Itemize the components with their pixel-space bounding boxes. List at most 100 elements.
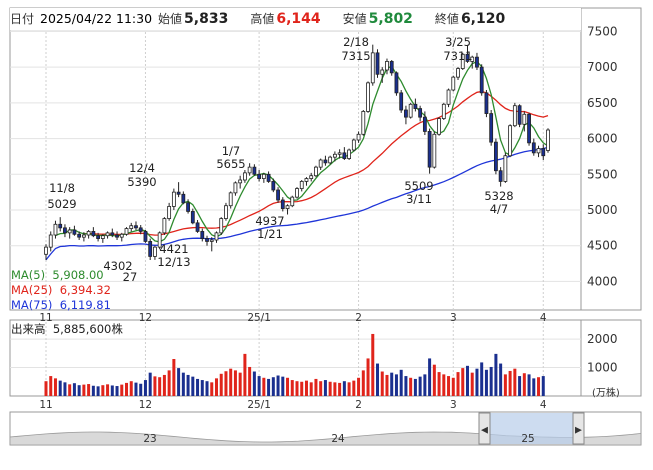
- volume-bar: [532, 378, 536, 396]
- ma5-legend-label: MA(5): [11, 268, 46, 282]
- ma5-legend: MA(5) 5,908.00: [11, 268, 111, 283]
- candle-body: [110, 232, 115, 236]
- candle-body: [115, 234, 119, 238]
- high-label: 高値: [250, 12, 275, 26]
- volume-bar: [186, 374, 190, 396]
- candle-body: [105, 232, 110, 237]
- candle-body: [44, 246, 48, 255]
- ma-legend: MA(5) 5,908.00 MA(25) 6,394.32 MA(75) 6,…: [11, 268, 111, 313]
- volume-bar: [333, 382, 337, 396]
- volume-bar: [267, 378, 271, 396]
- close-value: 6,120: [460, 11, 506, 27]
- navigator-year-label: 24: [331, 433, 345, 445]
- low-value: 5,802: [368, 11, 413, 27]
- candle-body: [176, 191, 181, 195]
- month-label: 12: [139, 312, 152, 324]
- candle-body: [394, 72, 399, 94]
- candle-body: [167, 206, 172, 219]
- volume-bar: [143, 380, 147, 396]
- price-tick-label: 5500: [587, 167, 618, 181]
- price-tick-label: 6500: [587, 96, 618, 110]
- volume-bar: [437, 372, 441, 396]
- month-label: 25/1: [247, 399, 271, 411]
- price-tick-label: 4500: [587, 239, 618, 253]
- volume-bar: [63, 382, 67, 396]
- volume-bar: [91, 385, 95, 396]
- candle-body: [380, 69, 385, 75]
- candle-body: [456, 68, 460, 78]
- volume-bar: [428, 358, 432, 396]
- candle-body: [129, 225, 134, 229]
- candle-body: [351, 139, 356, 151]
- candle-body: [233, 182, 238, 194]
- month-label: 4: [540, 312, 547, 324]
- volume-bar: [248, 366, 252, 396]
- ma75-legend: MA(75) 6,119.81: [11, 298, 111, 313]
- volume-bar: [295, 381, 299, 396]
- annotation-value: 5509: [404, 179, 433, 193]
- volume-bar: [290, 380, 294, 396]
- volume-bar: [527, 374, 531, 396]
- candle-body: [304, 178, 309, 182]
- candle-body: [138, 227, 143, 232]
- high-value: 6,144: [276, 11, 321, 27]
- candle-body: [314, 166, 318, 177]
- volume-bar: [162, 374, 166, 396]
- volume-bar: [72, 383, 76, 396]
- ma5-path: [55, 60, 549, 243]
- candle-body: [446, 89, 451, 105]
- candle-body: [153, 246, 157, 257]
- month-label: 4: [540, 399, 547, 411]
- volume-bar: [376, 363, 380, 396]
- volume-bar: [541, 376, 545, 396]
- candle-body: [404, 109, 408, 118]
- ma75-legend-value: 6,119.81: [59, 298, 111, 312]
- candle-body: [337, 152, 342, 155]
- candle-body: [257, 173, 262, 179]
- candle-body: [67, 229, 72, 234]
- candle-body: [77, 233, 82, 238]
- volume-bar: [49, 376, 53, 396]
- ma25-legend-value: 6,394.32: [59, 283, 111, 297]
- candle-body: [214, 232, 219, 241]
- annotation-value: 5655: [216, 157, 245, 171]
- candle-body: [413, 103, 418, 109]
- open-value: 5,833: [184, 11, 229, 27]
- volume-bar: [281, 376, 285, 396]
- candle-body: [228, 192, 233, 207]
- candle-body: [408, 103, 413, 118]
- annotation-value: 5390: [127, 175, 156, 189]
- volume-bar: [271, 377, 275, 396]
- candles: [44, 44, 550, 260]
- volume-bar: [394, 374, 398, 396]
- volume-bar: [181, 372, 185, 396]
- candle-body: [522, 113, 527, 125]
- candle-body: [224, 205, 228, 219]
- volume-bar: [44, 381, 48, 396]
- volume-legend: 出来高 5,885,600株: [11, 321, 123, 337]
- volume-label: 出来高: [11, 322, 46, 336]
- volume-tick-label: 2000: [587, 332, 618, 346]
- volume-bar: [77, 385, 81, 396]
- volume-bar: [461, 368, 465, 396]
- candle-body: [96, 235, 100, 239]
- candle-body: [285, 205, 290, 209]
- volume-bar: [139, 383, 143, 396]
- close-label: 終値: [434, 12, 459, 26]
- candle-body: [370, 52, 375, 84]
- candle-body: [475, 56, 479, 68]
- volume-bar: [153, 376, 157, 396]
- date-label: 日付: [10, 12, 35, 26]
- candle-body: [418, 108, 423, 118]
- candle-body: [366, 82, 370, 112]
- volume-bar: [233, 370, 237, 396]
- candle-body: [247, 166, 252, 174]
- volume-bar: [110, 385, 114, 396]
- range-navigator[interactable]: 23 24 25 ◀ ▶: [9, 411, 642, 446]
- candle-body: [318, 159, 323, 168]
- candle-body: [531, 142, 536, 154]
- candle-body: [342, 152, 347, 159]
- volume-bar: [229, 368, 233, 396]
- candle-body: [503, 155, 508, 182]
- volume-bar: [442, 374, 446, 396]
